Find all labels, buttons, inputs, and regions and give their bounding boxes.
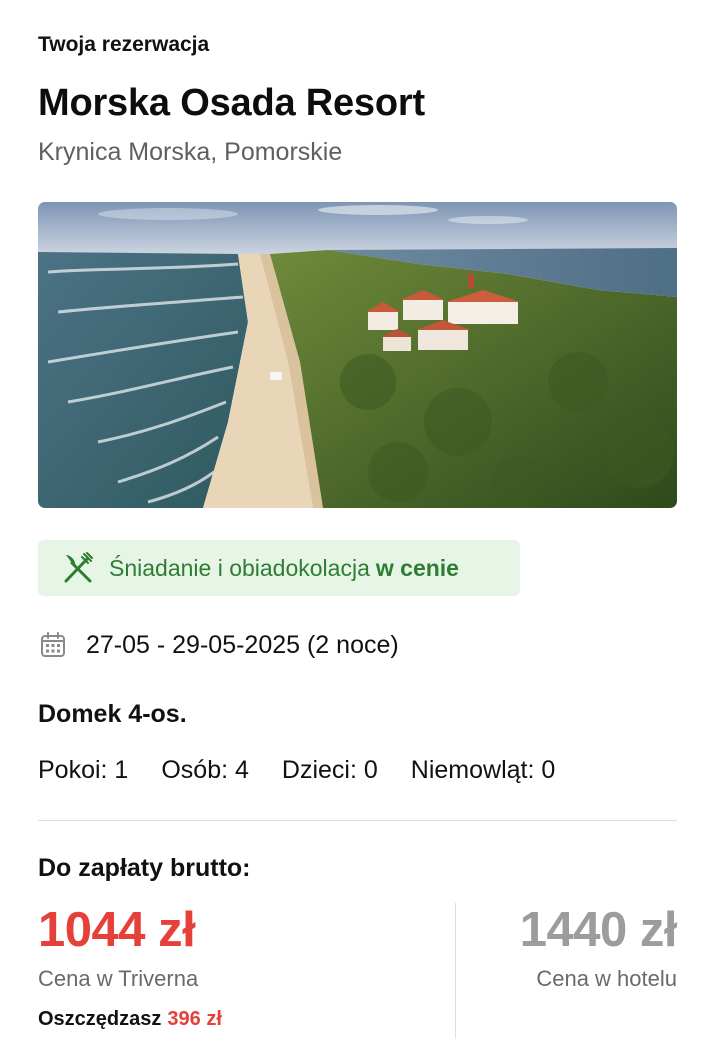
- hotel-name: Morska Osada Resort: [38, 82, 425, 124]
- stay-dates: 27-05 - 29-05-2025 (2 noce): [38, 630, 399, 660]
- occupancy-row: Pokoi: 1 Osób: 4 Dzieci: 0 Niemowląt: 0: [38, 756, 588, 785]
- hotel-price: 1440 zł: [519, 903, 678, 957]
- infants-count: Niemowląt: 0: [410, 756, 556, 784]
- fork-knife-icon: [60, 550, 96, 586]
- savings-amount: 396 zł: [167, 1008, 222, 1030]
- price-divider: [455, 903, 456, 1039]
- hotel-photo: [38, 202, 677, 508]
- calendar-icon: [38, 630, 68, 660]
- room-type: Domek 4-os.: [38, 700, 187, 728]
- hotel-location: Krynica Morska, Pomorskie: [38, 138, 343, 166]
- meal-text: Śniadanie i obiadokolacja: [109, 554, 370, 581]
- children-count: Dzieci: 0: [281, 756, 378, 784]
- our-price-caption: Cena w Triverna: [38, 966, 199, 991]
- date-range: 27-05 - 29-05-2025 (2 noce): [86, 630, 399, 659]
- hotel-price-caption: Cena w hotelu: [536, 966, 677, 991]
- guests-count: Osób: 4: [161, 756, 249, 784]
- savings-label: Oszczędzasz: [38, 1008, 162, 1030]
- hotel-price-block: 1440 zł Cena w hotelu: [519, 896, 678, 992]
- amount-due-label: Do zapłaty brutto:: [38, 854, 251, 882]
- section-eyebrow: Twoja rezerwacja: [38, 33, 210, 56]
- meal-included-highlight: w cenie: [375, 554, 459, 581]
- divider: [38, 820, 677, 821]
- our-price-block: 1044 zł Cena w Triverna Oszczędzasz 396 z…: [38, 896, 438, 1031]
- our-price: 1044 zł: [38, 903, 196, 957]
- meal-included-badge: Śniadanie i obiadokolacja w cenie: [38, 540, 520, 596]
- savings-line: Oszczędzasz 396 zł: [38, 1008, 438, 1031]
- rooms-count: Pokoi: 1: [38, 756, 129, 784]
- booking-summary: Twoja rezerwacja Morska Osada Resort Kry…: [0, 0, 724, 1046]
